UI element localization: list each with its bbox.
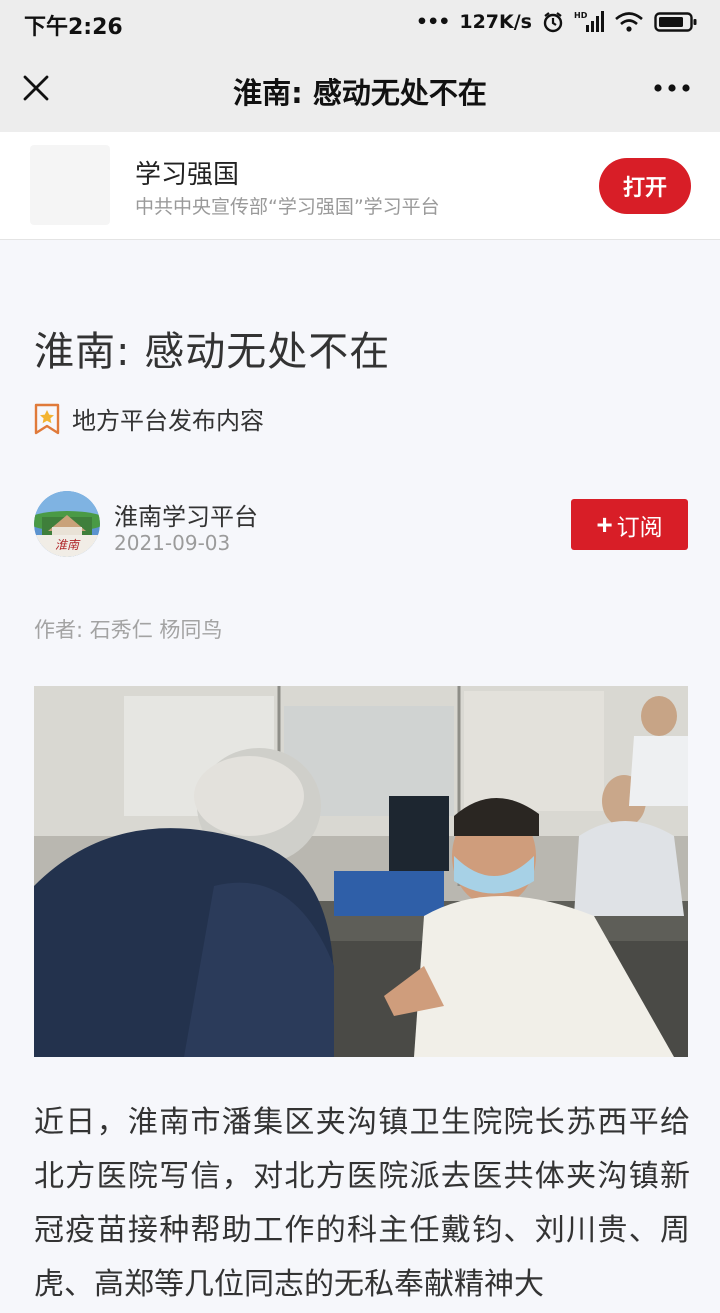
bookmark-star-icon xyxy=(34,403,60,434)
platform-tag: 地方平台发布内容 xyxy=(34,401,264,436)
status-time: 下午2:26 xyxy=(24,15,123,40)
article-title: 淮南: 感动无处不在 xyxy=(34,329,391,375)
app-logo xyxy=(30,145,110,225)
more-menu-icon[interactable] xyxy=(652,76,692,100)
publish-date: 2021-09-03 xyxy=(114,531,231,555)
app-description: 中共中央宣传部“学习强国”学习平台 xyxy=(135,196,440,218)
app-banner: 学习强国 中共中央宣传部“学习强国”学习平台 打开 xyxy=(0,132,720,240)
signal-icon: HD xyxy=(574,11,604,32)
app-name: 学习强国 xyxy=(135,160,240,190)
alarm-icon xyxy=(543,12,563,33)
author-row: 淮南 淮南学习平台 2021-09-03 + 订阅 xyxy=(34,491,688,557)
open-app-button[interactable]: 打开 xyxy=(599,158,691,214)
platform-tag-label: 地方平台发布内容 xyxy=(72,407,264,435)
network-speed: 127K/s xyxy=(459,11,532,33)
status-bar: 下午2:26 ••• 127K/s HD xyxy=(0,0,720,44)
article-photo xyxy=(34,686,688,1057)
byline: 作者: 石秀仁 杨同鸟 xyxy=(34,618,223,642)
nav-bar: 淮南: 感动无处不在 xyxy=(0,44,720,132)
article-body: 近日，淮南市潘集区夹沟镇卫生院院长苏西平给北方医院写信，对北方医院派去医共体夹沟… xyxy=(34,1105,690,1302)
author-avatar[interactable]: 淮南 xyxy=(34,491,100,557)
author-name[interactable]: 淮南学习平台 xyxy=(114,497,258,532)
subscribe-label: 订阅 xyxy=(616,513,663,540)
battery-icon xyxy=(654,12,697,32)
subscribe-button[interactable]: + 订阅 xyxy=(571,499,688,550)
nav-title: 淮南: 感动无处不在 xyxy=(233,76,487,110)
status-indicators: ••• 127K/s HD xyxy=(416,8,698,36)
hd-label: HD xyxy=(574,11,588,20)
more-notifications-icon: ••• xyxy=(415,11,450,33)
wifi-icon xyxy=(615,12,643,32)
avatar-text: 淮南 xyxy=(55,538,81,552)
plus-icon: + xyxy=(596,508,613,540)
article: 淮南: 感动无处不在 地方平台发布内容 淮南 淮南学习平台 2021-09-03… xyxy=(0,241,720,1313)
